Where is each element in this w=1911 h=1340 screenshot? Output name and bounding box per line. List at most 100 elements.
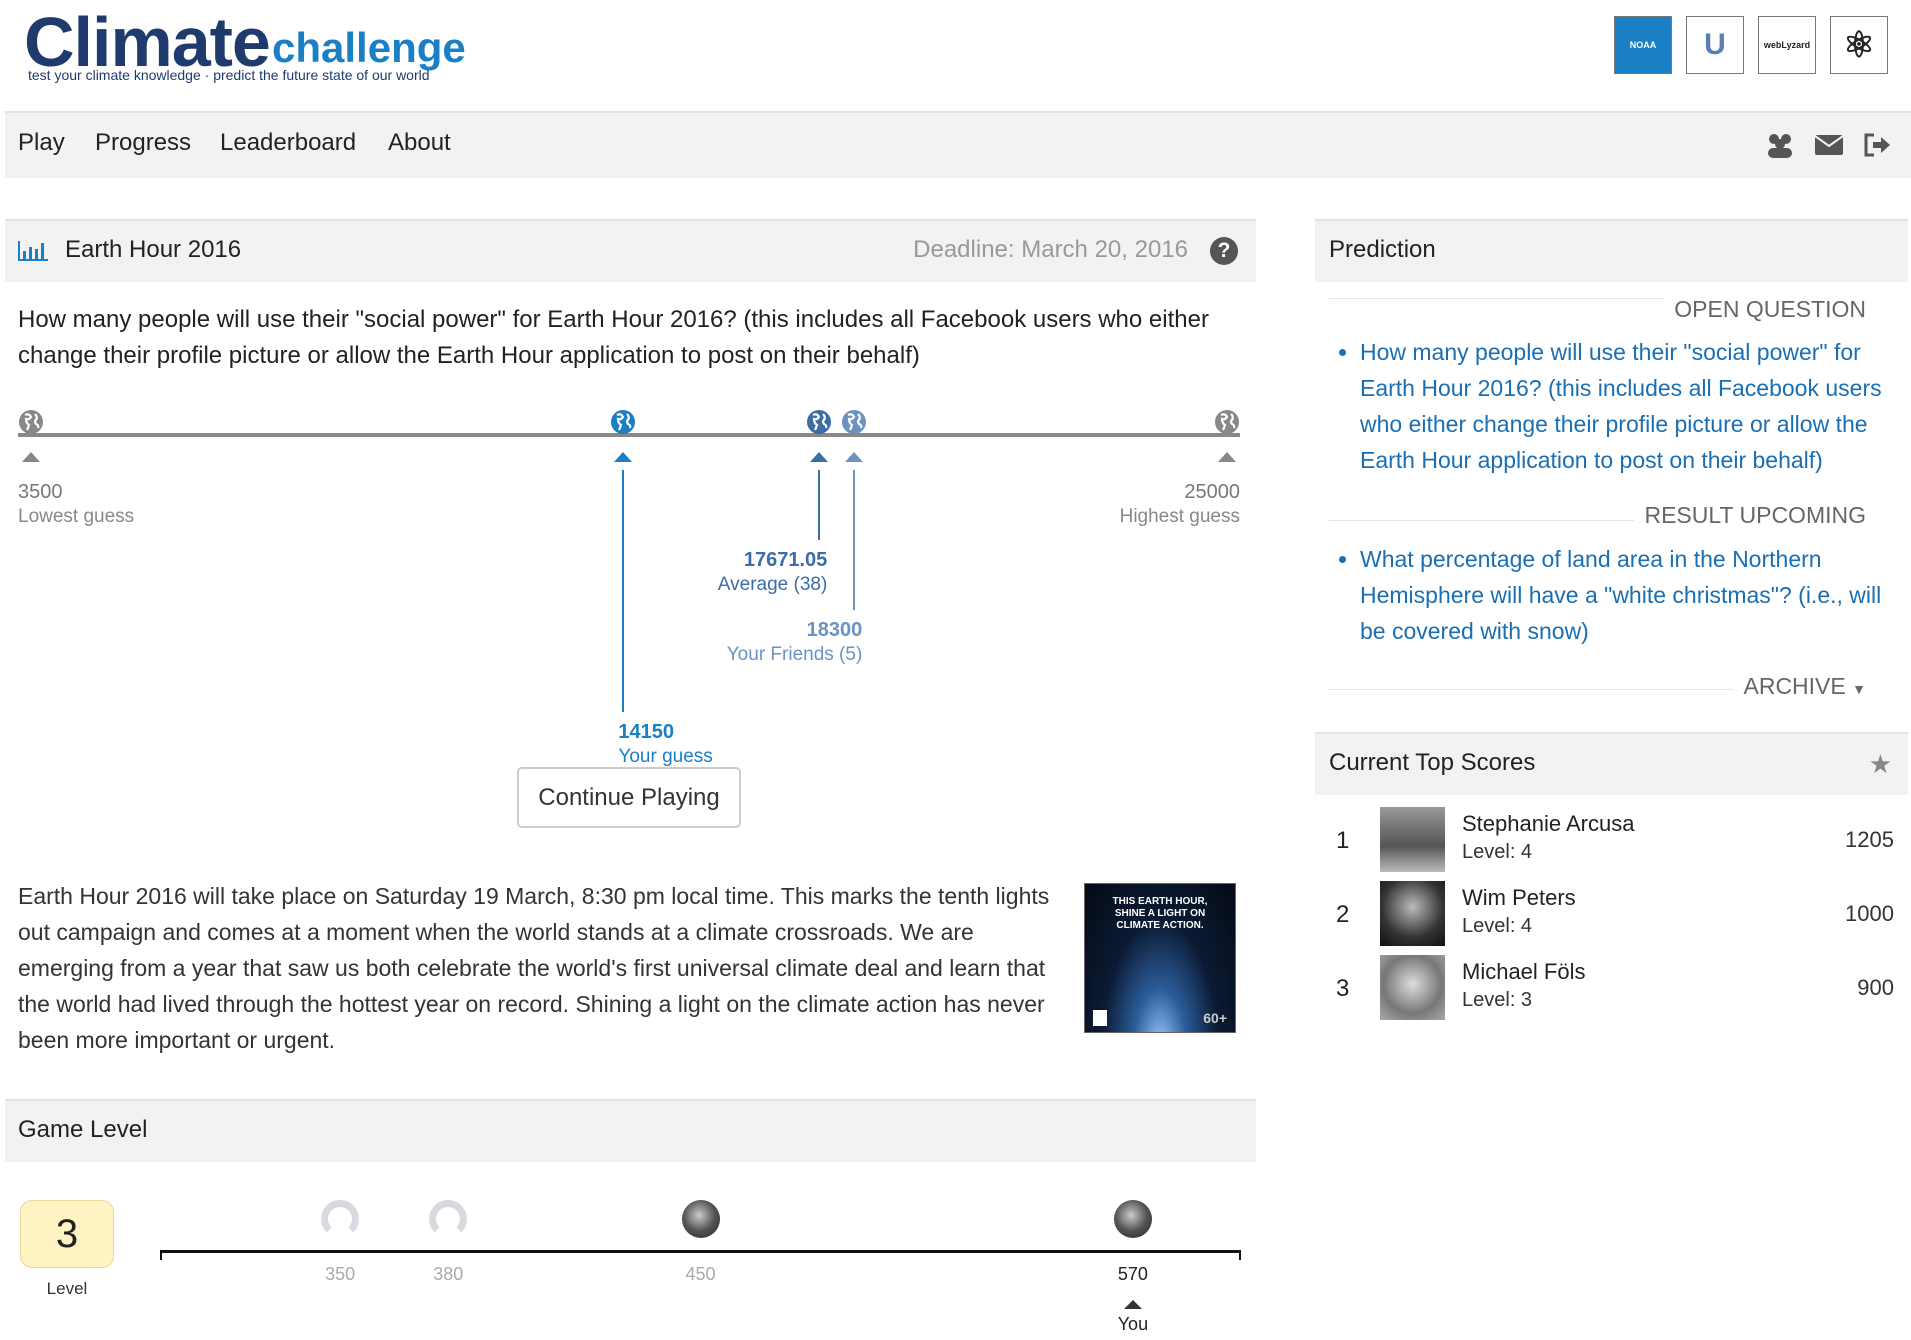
caret-down-icon: ▼ bbox=[1852, 681, 1866, 697]
nav-leaderboard[interactable]: Leaderboard bbox=[220, 129, 356, 157]
game-level-header: Game Level bbox=[5, 1099, 1256, 1162]
open-question-label: OPEN QUESTION bbox=[1664, 296, 1876, 323]
globe-icon bbox=[807, 410, 832, 434]
friends-label: Your Friends (5) bbox=[726, 644, 863, 665]
top-scores-title: Current Top Scores bbox=[1329, 749, 1536, 776]
top-scores-header: Current Top Scores ★ bbox=[1315, 732, 1908, 795]
friends-value: 18300 bbox=[806, 619, 863, 641]
triangle-icon bbox=[810, 452, 829, 462]
sign-out-icon[interactable] bbox=[1862, 132, 1892, 162]
partner-label: ⚛ bbox=[1842, 24, 1876, 65]
marker-line bbox=[853, 470, 856, 610]
average-value: 17671.05 bbox=[743, 549, 828, 571]
question-panel-header: Earth Hour 2016 Deadline: March 20, 2016… bbox=[5, 219, 1256, 282]
globe-icon bbox=[19, 410, 43, 434]
player-level: Level: 4 bbox=[1462, 841, 1533, 863]
average-label: Average (38) bbox=[717, 574, 828, 595]
users-icon[interactable] bbox=[1765, 132, 1795, 162]
globe-icon bbox=[842, 410, 867, 434]
help-icon[interactable]: ? bbox=[1210, 237, 1238, 265]
score-row[interactable]: 1 Stephanie Arcusa Level: 4 1205 bbox=[1315, 807, 1908, 879]
player-score: 900 bbox=[1857, 975, 1894, 1000]
player-level: Level: 4 bbox=[1462, 915, 1533, 937]
game-level-title: Game Level bbox=[18, 1116, 148, 1143]
player-photo bbox=[1380, 881, 1445, 946]
open-question-link[interactable]: How many people will use their "social p… bbox=[1360, 334, 1904, 478]
level-score: 380 bbox=[433, 1264, 464, 1284]
nav-progress[interactable]: Progress bbox=[95, 129, 191, 157]
triangle-up-icon bbox=[1123, 1300, 1142, 1309]
player-photo bbox=[1380, 955, 1445, 1020]
lowest-value: 3500 bbox=[18, 481, 63, 503]
partner-label: webLyzard bbox=[1763, 40, 1811, 50]
yours-label: Your guess bbox=[618, 746, 713, 767]
marker-line bbox=[622, 470, 625, 712]
bar-chart-icon bbox=[18, 239, 48, 268]
avatar bbox=[429, 1200, 468, 1238]
score-row[interactable]: 2 Wim Peters Level: 4 1000 bbox=[1315, 881, 1908, 953]
upcoming-question-link[interactable]: What percentage of land area in the Nort… bbox=[1360, 541, 1904, 649]
main-nav: Play Progress Leaderboard About bbox=[5, 111, 1911, 178]
upcoming-question-list: What percentage of land area in the Nort… bbox=[1334, 541, 1904, 649]
level-score: 350 bbox=[325, 1264, 356, 1284]
deadline: Deadline: March 20, 2016 bbox=[913, 236, 1188, 263]
partner-logo-weblyzard[interactable]: webLyzard bbox=[1758, 16, 1816, 74]
avatar bbox=[321, 1200, 360, 1238]
rank: 2 bbox=[1336, 901, 1350, 928]
partner-logo-university[interactable]: U bbox=[1686, 16, 1744, 74]
player-name[interactable]: Stephanie Arcusa bbox=[1462, 811, 1634, 837]
level-score: 570 bbox=[1117, 1264, 1148, 1284]
rank: 3 bbox=[1336, 975, 1350, 1002]
poster-text: THIS EARTH HOUR, SHINE A LIGHT ON CLIMAT… bbox=[1112, 896, 1208, 931]
event-description: Earth Hour 2016 will take place on Satur… bbox=[18, 883, 1050, 1053]
prediction-header: Prediction bbox=[1315, 219, 1908, 282]
triangle-icon bbox=[22, 452, 40, 462]
nav-about[interactable]: About bbox=[388, 129, 451, 157]
player-level: Level: 3 bbox=[1462, 989, 1533, 1011]
envelope-icon[interactable] bbox=[1814, 132, 1844, 162]
open-question-list: How many people will use their "social p… bbox=[1334, 334, 1904, 478]
player-score: 1205 bbox=[1845, 827, 1894, 852]
partner-label: U bbox=[1704, 28, 1726, 61]
player-score: 1000 bbox=[1845, 901, 1894, 926]
logo-challenge[interactable]: challenge bbox=[272, 24, 466, 72]
avatar bbox=[1113, 1200, 1152, 1238]
partner-label: NOAA bbox=[1629, 40, 1657, 50]
wwf-logo bbox=[1093, 1010, 1107, 1026]
level-label: Level bbox=[46, 1279, 88, 1298]
tagline: test your climate knowledge · predict th… bbox=[28, 67, 430, 83]
you-label: You bbox=[1117, 1314, 1149, 1334]
prediction-title: Prediction bbox=[1329, 236, 1436, 263]
player-photo bbox=[1380, 807, 1445, 872]
yours-value: 14150 bbox=[618, 721, 675, 743]
partner-logo-network[interactable]: ⚛ bbox=[1830, 16, 1888, 74]
level-score: 450 bbox=[685, 1264, 716, 1284]
lowest-label: Lowest guess bbox=[18, 506, 135, 527]
question-title: Earth Hour 2016 bbox=[65, 236, 242, 263]
medal-icon: ★ bbox=[1868, 749, 1892, 779]
question-text: How many people will use their "social p… bbox=[18, 306, 1209, 369]
triangle-icon bbox=[614, 452, 633, 462]
partner-logo-noaa[interactable]: NOAA bbox=[1614, 16, 1672, 74]
archive-label: ARCHIVE bbox=[1743, 673, 1846, 699]
globe-icon bbox=[611, 410, 636, 434]
player-name[interactable]: Michael Föls bbox=[1462, 959, 1585, 985]
result-upcoming-label: RESULT UPCOMING bbox=[1634, 502, 1876, 529]
avatar bbox=[681, 1200, 720, 1238]
highest-label: Highest guess bbox=[1119, 506, 1240, 527]
rank: 1 bbox=[1336, 827, 1350, 854]
nav-play[interactable]: Play bbox=[18, 129, 65, 157]
score-row[interactable]: 3 Michael Föls Level: 3 900 bbox=[1315, 955, 1908, 1027]
globe-icon bbox=[1215, 410, 1239, 434]
player-name[interactable]: Wim Peters bbox=[1462, 885, 1576, 911]
triangle-icon bbox=[1218, 452, 1236, 462]
highest-value: 25000 bbox=[1184, 481, 1240, 503]
triangle-icon bbox=[845, 452, 864, 462]
level-badge: 3 bbox=[20, 1200, 114, 1268]
archive-dropdown[interactable]: ARCHIVE ▼ bbox=[1733, 673, 1876, 700]
earth-hour-poster: THIS EARTH HOUR, SHINE A LIGHT ON CLIMAT… bbox=[1084, 883, 1236, 1033]
level-axis bbox=[160, 1250, 1241, 1260]
poster-badge: 60+ bbox=[1203, 1010, 1227, 1026]
marker-line bbox=[818, 470, 821, 540]
continue-playing-button[interactable]: Continue Playing bbox=[517, 767, 741, 828]
